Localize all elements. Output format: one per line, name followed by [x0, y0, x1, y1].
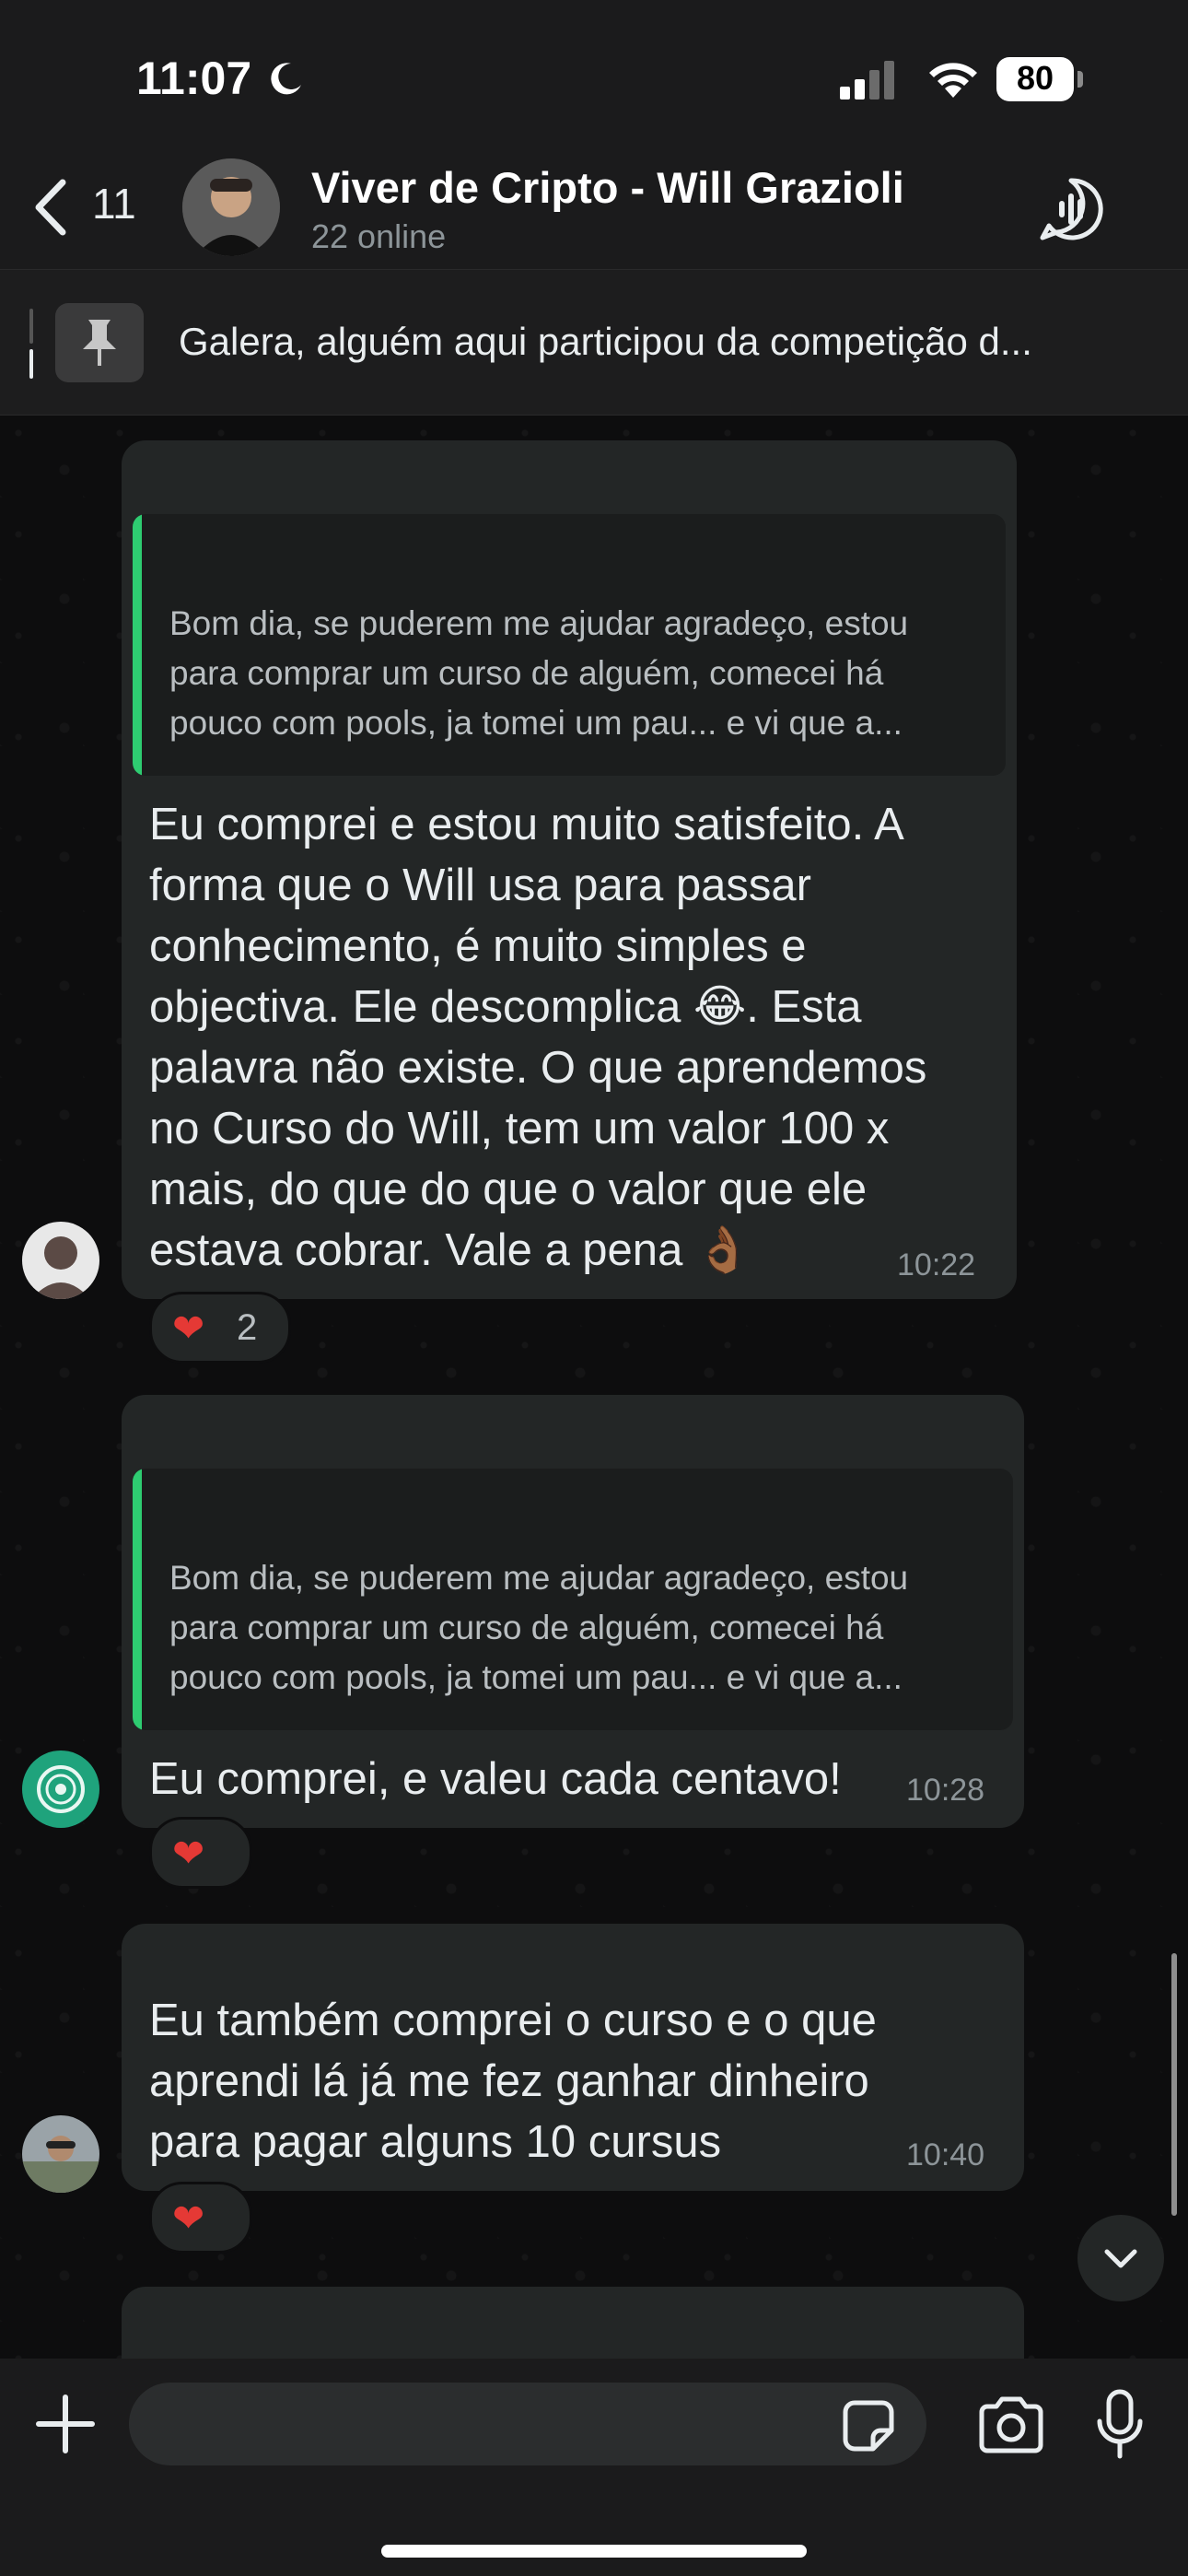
reaction-count: 2 [237, 1307, 258, 1348]
message-timestamp: 10:40 [906, 2137, 985, 2172]
quoted-message[interactable]: Bom dia, se puderem me ajudar agradeço, … [133, 514, 1006, 776]
quote-line: pouco com pools, ja tomei um pau... e vi… [169, 1658, 903, 1696]
sticker-icon[interactable] [842, 2399, 895, 2453]
reaction-badge[interactable]: ❤ 2 [149, 1292, 291, 1364]
reaction-badge[interactable]: ❤ [149, 1817, 252, 1889]
quote-line: pouco com pools, ja tomei um pau... e vi… [169, 704, 903, 742]
online-count: 22 online [311, 217, 447, 255]
message-line: palavra não existe. O que aprendemos [149, 1043, 927, 1093]
message-line: no Curso do Will, tem um valor 100 x [149, 1104, 890, 1153]
camera-icon[interactable] [976, 2395, 1046, 2454]
scroll-to-bottom-button[interactable] [1077, 2215, 1164, 2301]
quoted-message[interactable]: Bom dia, se puderem me ajudar agradeço, … [133, 1469, 1013, 1730]
plus-icon[interactable] [33, 2392, 98, 2456]
sender-avatar[interactable] [22, 2115, 99, 2193]
pin-position-indicator [29, 309, 35, 379]
sender-avatar[interactable] [22, 1751, 99, 1828]
chevron-left-icon [35, 179, 66, 236]
quote-accent-bar [133, 514, 142, 776]
message-line: estava cobrar. Vale a pena 👌🏾 [149, 1225, 751, 1275]
mic-icon[interactable] [1092, 2388, 1147, 2462]
pin-thumbnail [55, 303, 144, 382]
group-avatar[interactable] [182, 158, 280, 256]
message-line: mais, do que do que o valor que ele [149, 1165, 868, 1214]
heart-icon: ❤ [172, 1832, 205, 1875]
pinned-message-bar[interactable]: Galera, alguém aqui participou da compet… [0, 270, 1188, 416]
message-bubble[interactable]: Bom dia, se puderem me ajudar agradeço, … [122, 1395, 1024, 1828]
heart-icon: ❤ [172, 1306, 205, 1350]
voice-call-icon[interactable] [1037, 175, 1105, 243]
quote-accent-bar [133, 1469, 142, 1730]
battery-indicator: 80 [996, 57, 1083, 101]
quote-line: para comprar um curso de alguém, comecei… [169, 1609, 884, 1646]
chat-title[interactable]: Viver de Cripto - Will Grazioli [311, 162, 904, 213]
quote-line: Bom dia, se puderem me ajudar agradeço, … [169, 604, 909, 642]
message-line: Eu comprei, e valeu cada centavo! [149, 1754, 842, 1804]
sender-avatar[interactable] [22, 1222, 99, 1299]
scroll-indicator[interactable] [1171, 1953, 1177, 2216]
message-bubble[interactable] [122, 2287, 1024, 2360]
message-timestamp: 10:22 [897, 1247, 976, 1282]
message-line: para pagar alguns 10 cursus [149, 2117, 722, 2167]
message-line: objectiva. Ele descomplica 😂. Esta [149, 982, 862, 1032]
composer-bar [0, 2359, 1188, 2576]
message-bubble[interactable]: Eu também comprei o curso e o que aprend… [122, 1924, 1024, 2191]
moon-icon [271, 63, 301, 95]
quote-line: Bom dia, se puderem me ajudar agradeço, … [169, 1559, 909, 1597]
message-line: Eu também comprei o curso e o que [149, 1996, 877, 2045]
status-time: 11:07 [136, 53, 252, 104]
battery-level: 80 [1016, 59, 1054, 97]
message-line: Eu comprei e estou muito satisfeito. A [149, 800, 904, 849]
wifi-icon [929, 63, 977, 98]
home-indicator[interactable] [381, 2545, 807, 2558]
status-bar: 11:07 80 [0, 0, 1188, 157]
message-line: forma que o Will usa para passar [149, 861, 811, 910]
signal-icon [840, 61, 894, 100]
pin-icon [83, 320, 116, 366]
pinned-message-text: Galera, alguém aqui participou da compet… [179, 320, 1032, 363]
back-button[interactable]: 11 [31, 175, 142, 240]
chat-header: 11 Viver de Cripto - Will Grazioli 22 on… [0, 138, 1188, 270]
message-timestamp: 10:28 [906, 1773, 985, 1808]
message-line: aprendi lá já me fez ganhar dinheiro [149, 2056, 869, 2106]
chevron-down-icon [1104, 2249, 1137, 2268]
message-bubble[interactable]: Bom dia, se puderem me ajudar agradeço, … [122, 440, 1017, 1299]
message-input[interactable] [129, 2383, 926, 2465]
unread-count: 11 [92, 180, 136, 228]
reaction-badge[interactable]: ❤ [149, 2182, 252, 2254]
quote-line: para comprar um curso de alguém, comecei… [169, 654, 884, 692]
message-line: conhecimento, é muito simples e [149, 921, 807, 971]
heart-icon: ❤ [172, 2196, 205, 2240]
